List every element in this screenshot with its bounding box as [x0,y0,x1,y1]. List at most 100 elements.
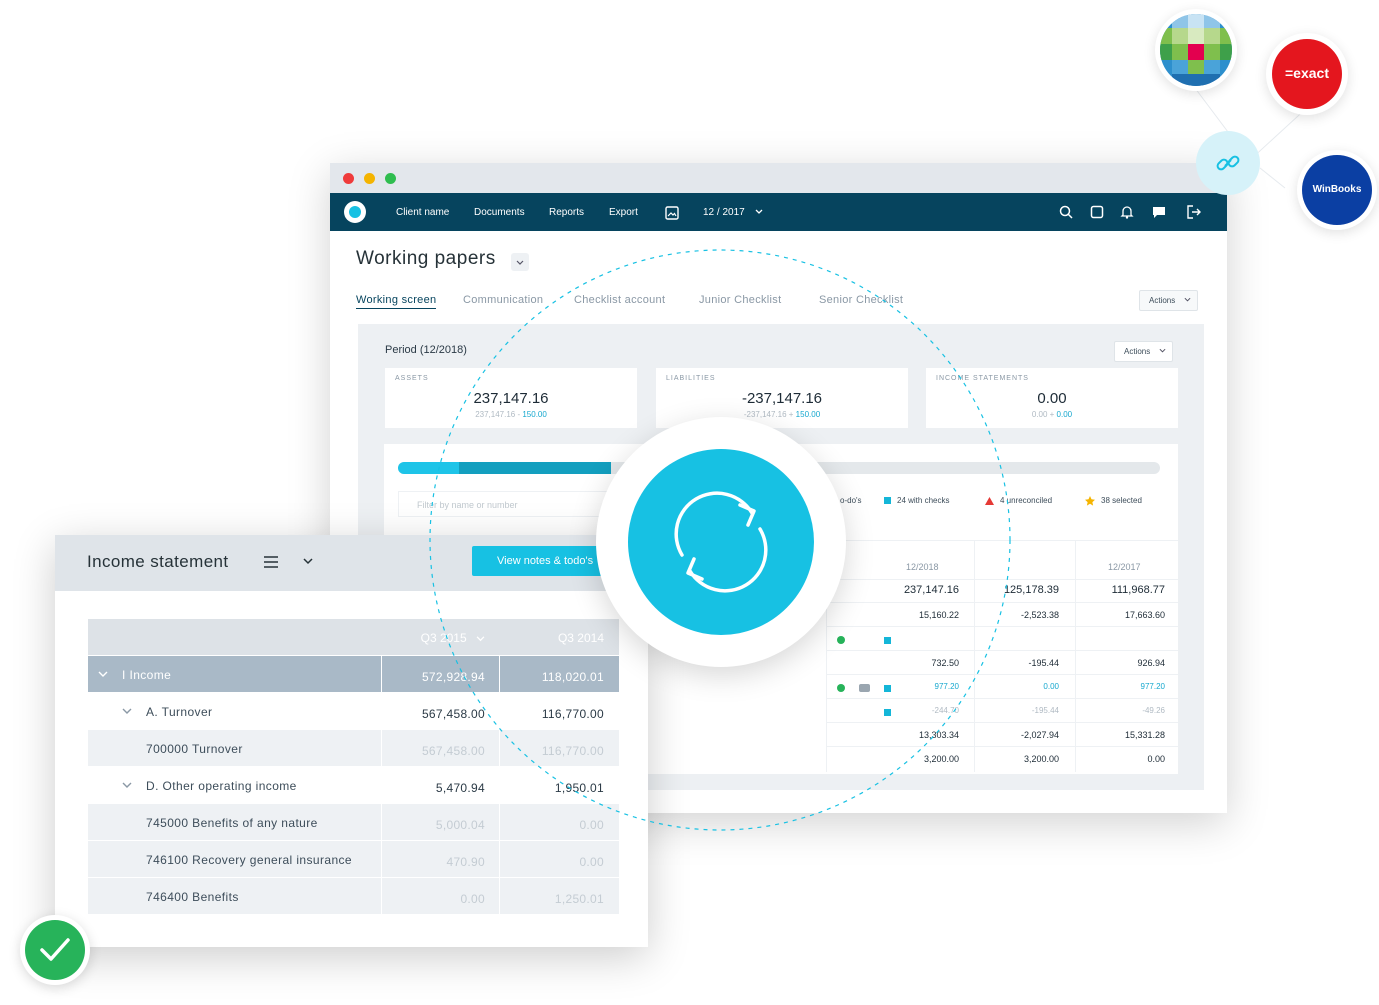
chevron-down-icon[interactable] [122,782,132,789]
winbooks-integration[interactable]: WinBooks [1297,150,1377,230]
account-cell: -244.70 [931,706,959,715]
income-row[interactable]: 746100 Recovery general insurance 470.90 0… [88,841,619,877]
account-cell: 3,200.00 [1023,754,1059,764]
chat-icon[interactable] [1151,204,1167,220]
account-cell: 3,200.00 [923,754,959,764]
bell-icon[interactable] [1119,204,1135,220]
income-row[interactable]: A. Turnover 567,458.00 116,770.00 [88,693,619,729]
period-selector[interactable]: 12 / 2017 [703,207,745,218]
exact-logo: =exact [1272,39,1342,109]
income-row-value-q3-2015: 5,470.94 [382,767,499,803]
legend-todos[interactable]: o-do's [840,496,862,505]
income-table-header: Q3 2015 Q3 2014 [88,619,619,655]
income-row-value-q3-2014: 1,250.01 [500,878,619,914]
account-cell: -2,027.94 [1020,730,1059,740]
assets-card[interactable]: ASSETS 237,147.16 237,147.16 - 150.00 [385,368,637,428]
nav-client-name[interactable]: Client name [396,207,449,218]
winbooks-logo: WinBooks [1302,155,1372,225]
income-row[interactable]: 746400 Benefits 0.00 1,250.01 [88,878,619,914]
success-badge [20,915,90,985]
chevron-down-icon[interactable] [122,708,132,715]
nav-reports[interactable]: Reports [549,207,584,218]
title-dropdown-button[interactable] [511,253,529,271]
income-row-label: A. Turnover [146,705,213,719]
income-row-value-q3-2014: 116,770.00 [500,693,619,729]
page-actions-button[interactable]: Actions [1139,290,1199,311]
income-row-label: D. Other operating income [146,779,297,793]
link-connector[interactable] [1196,131,1260,195]
divider [826,626,1178,627]
value: 572,928.94 [421,670,485,684]
value: 567,458.00 [421,707,485,721]
column-q3-2014[interactable]: Q3 2014 [500,619,619,655]
value: 0.00 [579,818,604,832]
value: 116,770.00 [541,744,604,758]
income-row-value-q3-2014: 0.00 [500,804,619,840]
close-window-button[interactable] [343,173,354,184]
income-row[interactable]: 745000 Benefits of any nature 5,000.04 0.0… [88,804,619,840]
chevron-down-icon[interactable] [98,671,108,678]
legend-checks-label: 24 with checks [897,496,950,505]
column-header-12-2017: 12/2017 [1108,562,1141,572]
divider [826,698,1178,699]
actions-label: Actions [1124,347,1151,356]
account-cell: 977.20 [934,682,959,691]
tab-checklist-account[interactable]: Checklist account [574,294,665,306]
page-title: Working papers [356,248,496,269]
card-subtext-a: 237,147.16 - [475,410,523,419]
legend-selected[interactable]: 38 selected [1085,496,1142,506]
value: 0.00 [460,892,485,906]
tab-junior-checklist[interactable]: Junior Checklist [699,294,781,306]
filter-input[interactable]: Filter by name or number [398,491,612,517]
income-row-label-cell: 700000 Turnover [88,730,381,766]
income-row-value-q3-2015: 470.90 [382,841,499,877]
legend-unreconciled[interactable]: 4 unreconciled [985,496,1052,505]
square-icon[interactable] [1089,204,1105,220]
income-row-value-q3-2015: 0.00 [382,878,499,914]
column-q3-2015[interactable]: Q3 2015 [382,619,499,655]
sync-badge[interactable] [596,417,846,667]
card-subtext: 0.00 + 0.00 [926,410,1178,419]
chevron-down-icon [1184,297,1191,302]
tab-communication[interactable]: Communication [463,294,543,306]
card-label: ASSETS [395,375,429,382]
app-logo[interactable] [344,201,366,223]
tab-working-screen[interactable]: Working screen [356,294,437,309]
card-subtext-a: 0.00 + [1031,410,1057,419]
income-row[interactable]: I Income 572,928.94 118,020.01 [88,656,619,692]
account-cell: -195.44 [1031,706,1059,715]
income-row[interactable]: D. Other operating income 5,470.94 1,950.0… [88,767,619,803]
panel-actions-button[interactable]: Actions [1114,341,1174,362]
warning-triangle-icon [985,496,994,505]
tab-senior-checklist[interactable]: Senior Checklist [819,294,903,306]
menu-icon[interactable] [263,555,279,569]
exact-integration[interactable]: =exact [1266,33,1348,115]
income-row-label-cell: 745000 Benefits of any nature [88,804,381,840]
logout-icon[interactable] [1186,204,1202,220]
income-row-label: 745000 Benefits of any nature [146,816,318,830]
value: 0.00 [579,855,604,869]
nav-documents[interactable]: Documents [474,207,525,218]
wolters-kluwer-integration[interactable] [1155,9,1237,91]
income-row[interactable]: 700000 Turnover 567,458.00 116,770.00 [88,730,619,766]
legend-checks[interactable]: 24 with checks [884,496,949,505]
income-row-label-cell: 746400 Benefits [88,878,381,914]
search-icon[interactable] [1058,204,1074,220]
income-row-label-cell: I Income [88,656,381,692]
maximize-window-button[interactable] [385,173,396,184]
card-subtext-a: -237,147.16 + [743,410,796,419]
income-row-label: 700000 Turnover [146,742,243,756]
divider [826,674,1178,675]
income-row-value-q3-2015: 567,458.00 [382,730,499,766]
image-icon[interactable] [664,205,680,221]
income-statements-card[interactable]: INCOME STATEMENTS 0.00 0.00 + 0.00 [926,368,1178,428]
sync-icon [674,491,768,593]
minimize-window-button[interactable] [364,173,375,184]
divider [974,540,975,772]
account-cell: 15,160.22 [918,610,959,620]
card-subtext: -237,147.16 + 150.00 [656,410,908,419]
comment-icon[interactable] [859,684,870,692]
nav-export[interactable]: Export [609,207,638,218]
chevron-down-icon[interactable] [303,558,313,565]
mosaic-logo-icon [1160,14,1232,86]
